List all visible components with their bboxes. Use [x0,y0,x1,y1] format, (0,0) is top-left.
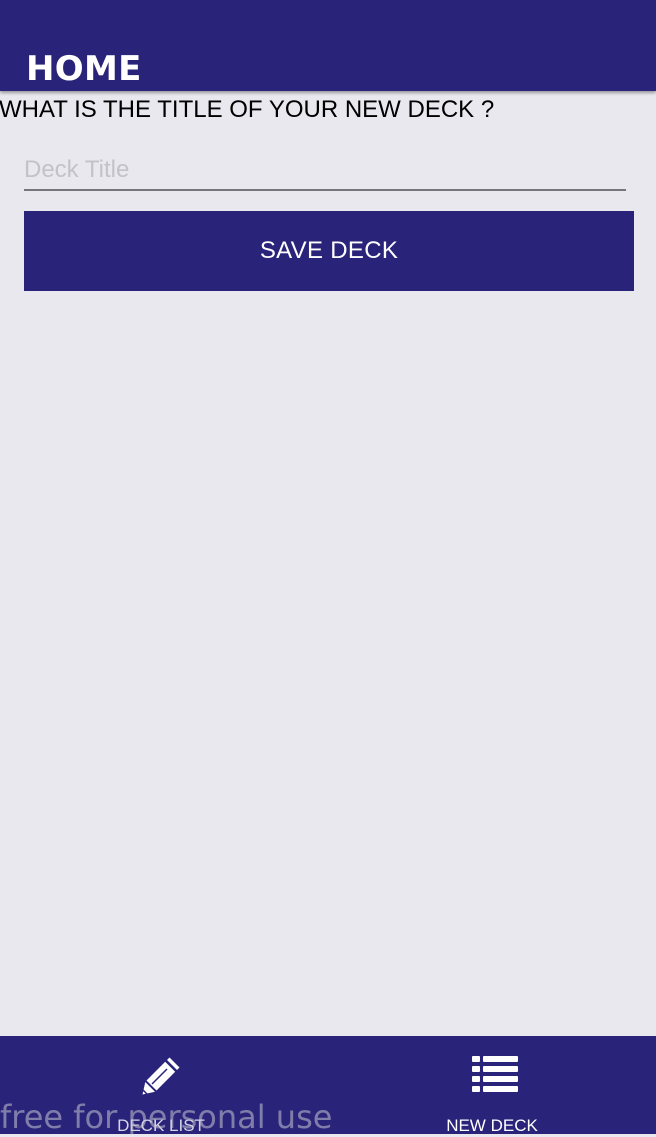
tab-deck-list[interactable]: DECK LIST [0,1036,328,1135]
page-title: HOME [26,49,142,89]
tab-new-deck[interactable]: NEW DECK [328,1036,656,1135]
app-header: HOME [0,0,656,91]
deck-title-input[interactable] [24,151,626,191]
tab-new-deck-label: NEW DECK [446,1116,538,1135]
tab-deck-list-label: DECK LIST [117,1116,205,1135]
pencil-icon [142,1055,182,1100]
deck-title-question: WHAT IS THE TITLE OF YOUR NEW DECK ? [0,96,495,123]
bottom-tab-bar: DECK LIST NEW DECK [0,1036,656,1135]
save-deck-button[interactable]: SAVE DECK [24,211,634,291]
list-icon [472,1055,518,1098]
